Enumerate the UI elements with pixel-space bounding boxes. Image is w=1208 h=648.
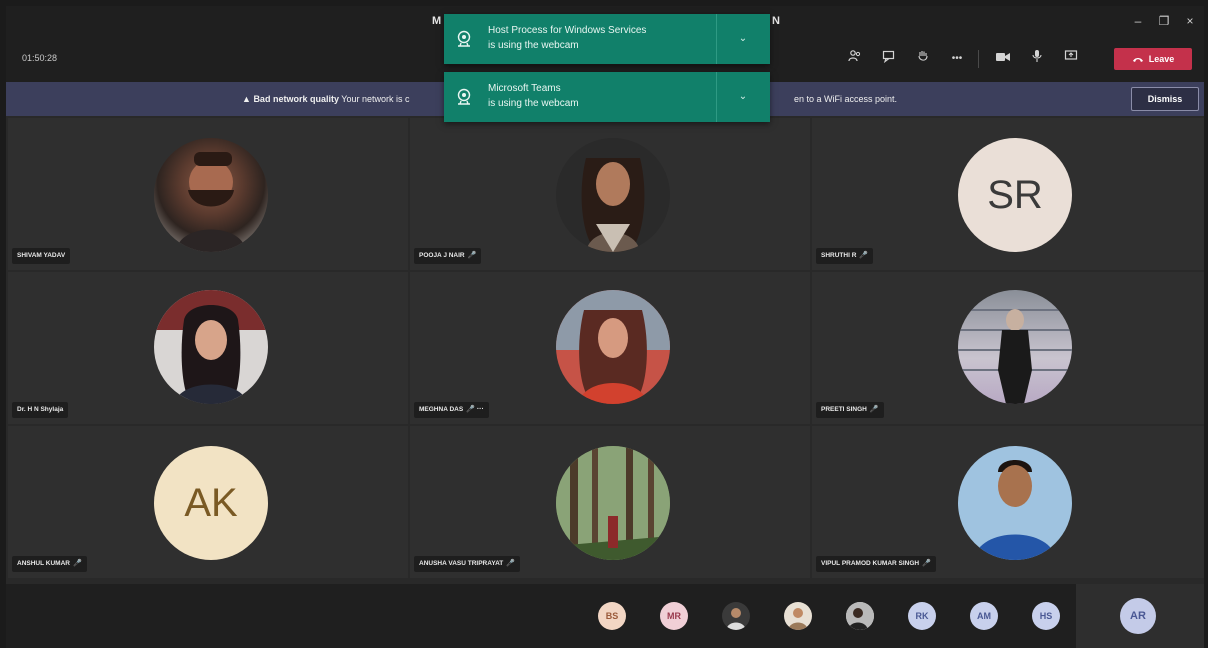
participant-photo — [556, 290, 670, 404]
overflow-avatar-photo[interactable] — [784, 602, 812, 630]
notification-divider — [716, 14, 717, 64]
participant-photo — [556, 446, 670, 560]
microphone-muted-icon: 🎤 ··· — [466, 406, 484, 413]
share-screen-icon[interactable] — [1060, 48, 1082, 70]
participant-name-tag: SHRUTHI R 🎤 — [816, 248, 874, 264]
chevron-down-icon[interactable]: ⌄ — [724, 29, 762, 49]
microphone-muted-icon: 🎤 — [467, 252, 477, 259]
notification-app-name: Microsoft Teams — [488, 83, 561, 94]
participant-tile[interactable]: SHIVAM YADAV — [8, 118, 408, 270]
participant-photo — [556, 138, 670, 252]
microphone-muted-icon: 🎤 — [859, 252, 869, 259]
participant-name: ANSHUL KUMAR — [17, 560, 70, 567]
participant-photo — [154, 138, 268, 252]
participant-photo — [958, 446, 1072, 560]
participant-name-tag: PREETI SINGH 🎤 — [816, 402, 884, 418]
participant-name: Dr. H N Shylaja — [17, 406, 64, 413]
overflow-avatar[interactable]: HS — [1032, 602, 1060, 630]
participant-name: SHRUTHI R — [821, 252, 857, 259]
meeting-timer: 01:50:28 — [22, 53, 58, 63]
overflow-avatar[interactable]: BS — [598, 602, 626, 630]
notification-message: is using the webcam — [488, 40, 579, 51]
leave-button[interactable]: Leave — [1114, 48, 1192, 70]
participants-icon[interactable] — [844, 48, 866, 70]
microphone-muted-icon: 🎤 — [72, 560, 82, 567]
participant-name-tag: VIPUL PRAMOD KUMAR SINGH 🎤 — [816, 556, 936, 572]
participant-tile[interactable]: Dr. H N Shylaja — [8, 272, 408, 424]
banner-text-start: Your network is c — [341, 94, 410, 104]
self-avatar: AR — [1120, 598, 1156, 634]
banner-title: Bad network quality — [253, 94, 339, 104]
phone-hangup-icon — [1132, 57, 1143, 62]
webcam-icon — [457, 88, 471, 105]
participant-name-tag: ANUSHA VASU TRIPRAYAT 🎤 — [414, 556, 520, 572]
overflow-avatar[interactable]: AM — [970, 602, 998, 630]
close-button[interactable]: × — [1178, 12, 1202, 30]
microphone-muted-icon: 🎤 — [506, 560, 515, 567]
participant-photo — [154, 290, 268, 404]
participant-tile[interactable]: PREETI SINGH 🎤 — [812, 272, 1204, 424]
webcam-icon — [457, 30, 471, 47]
participant-name-tag: Dr. H N Shylaja — [12, 402, 69, 418]
participant-photo — [958, 290, 1072, 404]
overflow-participants-bar: BS MR RK AM HS AR — [6, 584, 1204, 648]
microphone-icon[interactable] — [1026, 48, 1048, 70]
participant-initials-avatar: AK — [154, 446, 268, 560]
participant-name: PREETI SINGH — [821, 406, 867, 413]
participant-name-tag: SHIVAM YADAV — [12, 248, 71, 264]
maximize-button[interactable]: ❐ — [1152, 12, 1176, 30]
notification-app-name: Host Process for Windows Services — [488, 25, 647, 36]
webcam-notification[interactable]: Host Process for Windows Services is usi… — [444, 14, 770, 64]
window-title-end: N — [772, 15, 780, 27]
teams-meeting-window: M N – ❐ × 01:50:28 ••• Leave ▲ Bad netwo… — [6, 6, 1204, 648]
participant-tile[interactable]: AK ANSHUL KUMAR 🎤 — [8, 426, 408, 578]
notification-divider — [716, 72, 717, 122]
overflow-avatar[interactable]: RK — [908, 602, 936, 630]
window-title-start: M — [432, 15, 442, 27]
participant-name: VIPUL PRAMOD KUMAR SINGH — [821, 560, 920, 567]
microphone-muted-icon: 🎤 — [869, 406, 879, 413]
participant-tile[interactable]: SR SHRUTHI R 🎤 — [812, 118, 1204, 270]
participant-name: SHIVAM YADAV — [17, 252, 66, 259]
participant-name-tag: ANSHUL KUMAR 🎤 — [12, 556, 87, 572]
participant-tile[interactable]: POOJA J NAIR 🎤 — [410, 118, 810, 270]
overflow-avatar[interactable]: MR — [660, 602, 688, 630]
banner-message: ▲ Bad network quality Your network is c — [242, 94, 410, 104]
leave-label: Leave — [1148, 54, 1175, 64]
banner-text-end: en to a WiFi access point. — [794, 94, 898, 104]
more-actions-icon[interactable]: ••• — [946, 48, 968, 70]
overflow-avatar-photo[interactable] — [846, 602, 874, 630]
participant-name: MEGHNA DAS — [419, 406, 464, 413]
participant-initials-avatar: SR — [958, 138, 1072, 252]
minimize-button[interactable]: – — [1126, 12, 1150, 30]
self-view-tile[interactable]: AR — [1076, 584, 1204, 648]
webcam-notification[interactable]: Microsoft Teams is using the webcam ⌄ — [444, 72, 770, 122]
participant-tile[interactable]: MEGHNA DAS 🎤 ··· — [410, 272, 810, 424]
overflow-avatar-photo[interactable] — [722, 602, 750, 630]
warning-icon: ▲ — [242, 94, 251, 104]
chevron-down-icon[interactable]: ⌄ — [724, 87, 762, 107]
participant-name-tag: MEGHNA DAS 🎤 ··· — [414, 402, 489, 418]
camera-icon[interactable] — [992, 48, 1014, 70]
participant-name-tag: POOJA J NAIR 🎤 — [414, 248, 482, 264]
dismiss-button[interactable]: Dismiss — [1131, 87, 1199, 111]
chat-icon[interactable] — [878, 48, 900, 70]
raise-hand-icon[interactable] — [912, 48, 934, 70]
participant-name: ANUSHA VASU TRIPRAYAT — [419, 560, 504, 567]
microphone-muted-icon: 🎤 — [922, 560, 931, 567]
toolbar-divider — [978, 50, 979, 68]
participant-tile[interactable]: VIPUL PRAMOD KUMAR SINGH 🎤 — [812, 426, 1204, 578]
participant-name: POOJA J NAIR — [419, 252, 465, 259]
notification-message: is using the webcam — [488, 98, 579, 109]
participant-tile[interactable]: ANUSHA VASU TRIPRAYAT 🎤 — [410, 426, 810, 578]
